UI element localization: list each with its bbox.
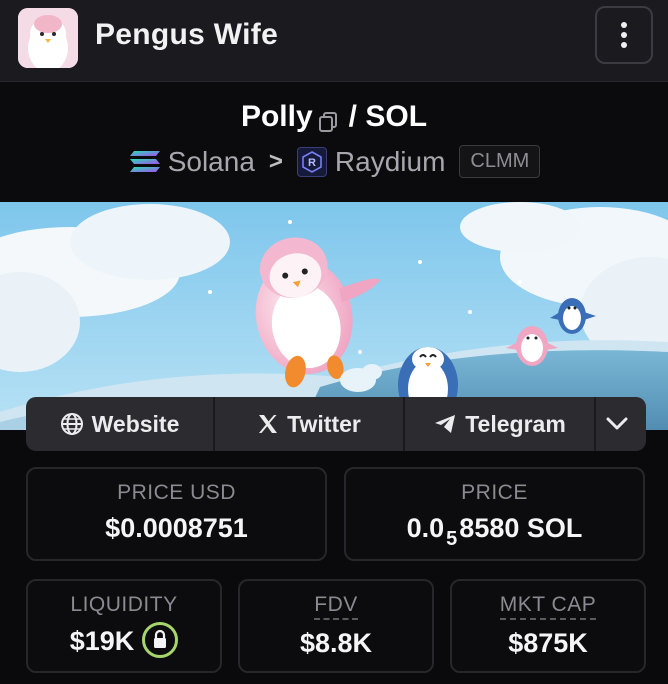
pair-info: Polly / SOL Solana > R Raydium CLMM (0, 83, 668, 201)
more-menu-button[interactable] (595, 6, 653, 64)
pair-line: Polly / SOL (0, 100, 668, 134)
token-banner-image (0, 202, 668, 430)
twitter-label: Twitter (287, 410, 361, 437)
chain-breadcrumb: Solana > R Raydium CLMM (0, 145, 668, 178)
liquidity-label: LIQUIDITY (70, 593, 178, 616)
pair-separator: / (348, 100, 358, 133)
price-zero-count: 5 (446, 528, 458, 550)
price-prefix: 0.0 (406, 513, 445, 543)
fdv-card: FDV $8.8K (238, 579, 434, 673)
price-suffix: 8580 SOL (459, 513, 583, 543)
twitter-button[interactable]: Twitter (215, 397, 405, 451)
x-logo-icon (259, 415, 278, 433)
globe-icon (60, 413, 83, 435)
market-cap-label[interactable]: MKT CAP (499, 593, 597, 620)
token-title: Pengus Wife (95, 18, 279, 51)
telegram-button[interactable]: Telegram (405, 397, 596, 451)
social-links-bar: Website Twitter Telegram (26, 397, 646, 451)
breadcrumb-arrow: > (268, 147, 283, 175)
chevron-down-icon (606, 417, 628, 430)
price-native-label: PRICE (461, 481, 528, 504)
token-header: Pengus Wife (0, 0, 668, 82)
pool-type-badge: CLMM (459, 145, 541, 178)
copy-icon[interactable] (317, 107, 339, 133)
base-token-symbol: Polly (240, 100, 313, 133)
more-links-button[interactable] (596, 397, 646, 451)
website-label: Website (91, 410, 180, 437)
telegram-label: Telegram (465, 410, 566, 437)
price-native-card: PRICE 0.0 58580 SOL (344, 467, 645, 561)
price-usd-label: PRICE USD (117, 481, 236, 504)
liquidity-card: LIQUIDITY $19K (26, 579, 222, 673)
website-button[interactable]: Website (26, 397, 215, 451)
raydium-icon: R (296, 146, 327, 177)
fdv-value: $8.8K (299, 628, 373, 658)
liquidity-value: $19K (69, 626, 135, 657)
market-cap-card: MKT CAP $875K (450, 579, 646, 673)
price-usd-card: PRICE USD $0.0008751 (26, 467, 327, 561)
more-vertical-icon (621, 22, 627, 48)
telegram-icon (435, 415, 456, 433)
price-native-value: 0.0 58580 SOL (346, 513, 643, 550)
lock-icon[interactable] (142, 622, 179, 658)
solana-icon (128, 148, 162, 176)
chain-link[interactable]: Solana (168, 146, 255, 178)
svg-text:R: R (308, 157, 316, 169)
price-usd-value: $0.0008751 (105, 513, 248, 543)
dex-link[interactable]: Raydium (335, 146, 445, 178)
fdv-label[interactable]: FDV (314, 593, 358, 620)
market-cap-value: $875K (508, 628, 588, 658)
penguin-avatar-icon (18, 8, 78, 68)
liquidity-value-row: $19K (28, 622, 220, 661)
quote-token-symbol: SOL (365, 100, 428, 133)
